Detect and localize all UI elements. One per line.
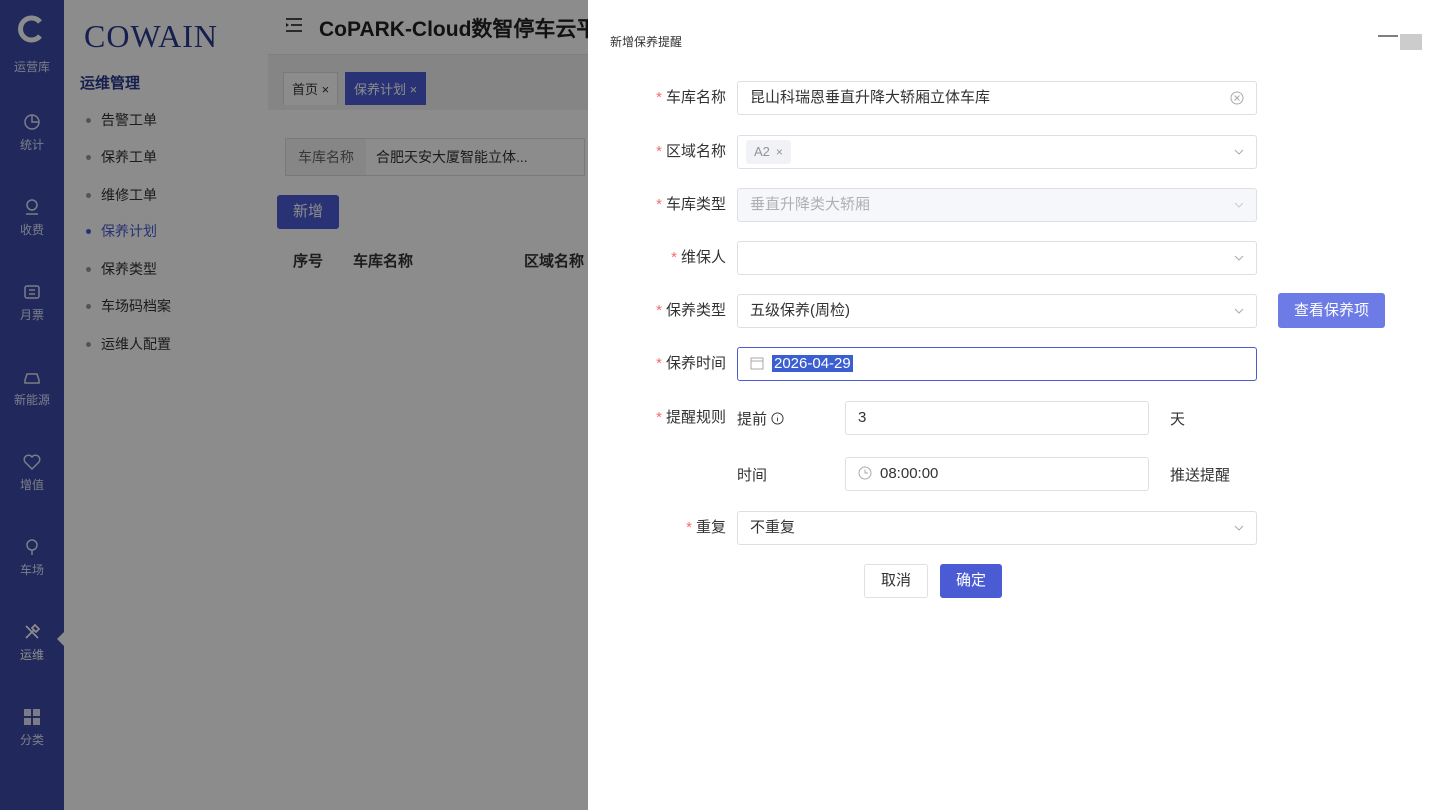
reminder-rule-row: * 提醒规则 提前 3 天 (588, 401, 1440, 435)
clock-label: 时间 (737, 467, 768, 484)
chevron-down-icon (1234, 525, 1244, 531)
maint-type-label: * 保养类型 (656, 302, 726, 319)
chevron-down-icon (1234, 255, 1244, 261)
maint-time-row: * 保养时间 2026-04-29 (588, 347, 1440, 381)
repeat-label: * 重复 (686, 519, 726, 536)
repeat-select[interactable]: 不重复 (737, 511, 1257, 545)
cancel-button[interactable]: 取消 (864, 564, 928, 598)
clear-icon[interactable] (1230, 91, 1244, 105)
maint-type-value: 五级保养(周检) (750, 302, 850, 319)
garage-type-label: * 车库类型 (656, 196, 726, 213)
info-icon[interactable] (771, 412, 784, 425)
garage-type-select: 垂直升降类大轿厢 (737, 188, 1257, 222)
reminder-time-value: 08:00:00 (880, 465, 939, 482)
maint-date-picker[interactable]: 2026-04-29 (737, 347, 1257, 381)
maint-date-value: 2026-04-29 (772, 355, 853, 372)
modal-overlay[interactable] (0, 0, 588, 810)
area-name-row: * 区域名称 A2 × (588, 135, 1440, 169)
view-maint-items-button[interactable]: 查看保养项 (1278, 293, 1385, 328)
tag-close-icon[interactable]: × (776, 145, 783, 159)
garage-name-select[interactable]: 昆山科瑞恩垂直升降大轿厢立体车库 (737, 81, 1257, 115)
push-reminder-label: 推送提醒 (1170, 467, 1231, 484)
maint-type-select[interactable]: 五级保养(周检) (737, 294, 1257, 328)
days-unit: 天 (1170, 411, 1186, 428)
maintainer-label: * 维保人 (671, 249, 726, 266)
garage-type-value: 垂直升降类大轿厢 (750, 196, 871, 213)
area-name-select[interactable]: A2 × (737, 135, 1257, 169)
garage-name-label: * 车库名称 (656, 89, 726, 106)
reminder-time-picker[interactable]: 08:00:00 (845, 457, 1149, 491)
clock-icon (858, 466, 872, 480)
garage-name-row: * 车库名称 昆山科瑞恩垂直升降大轿厢立体车库 (588, 81, 1440, 115)
area-tag: A2 × (746, 140, 791, 164)
maint-time-label: * 保养时间 (656, 355, 726, 372)
maintainer-select[interactable] (737, 241, 1257, 275)
drawer-title: 新增保养提醒 (610, 35, 683, 49)
chevron-down-icon (1234, 149, 1244, 155)
chevron-down-icon (1234, 308, 1244, 314)
garage-name-value: 昆山科瑞恩垂直升降大轿厢立体车库 (750, 89, 991, 106)
repeat-row: * 重复 不重复 (588, 511, 1440, 545)
area-name-label: * 区域名称 (656, 143, 726, 160)
garage-type-row: * 车库类型 垂直升降类大轿厢 (588, 188, 1440, 222)
reminder-time-row: 时间 08:00:00 推送提醒 (588, 457, 1440, 491)
maintainer-row: * 维保人 (588, 241, 1440, 275)
confirm-button[interactable]: 确定 (940, 564, 1002, 598)
reminder-rule-label: * 提醒规则 (656, 409, 726, 426)
calendar-icon (750, 357, 764, 370)
chevron-down-icon (1234, 202, 1244, 208)
advance-days-input[interactable]: 3 (845, 401, 1149, 435)
advance-label: 提前 (737, 408, 784, 429)
close-icon[interactable] (1378, 32, 1430, 52)
add-reminder-drawer: 新增保养提醒 * 车库名称 昆山科瑞恩垂直升降大轿厢立体车库 * 区域名称 A2 × … (588, 0, 1440, 810)
repeat-value: 不重复 (750, 519, 796, 536)
